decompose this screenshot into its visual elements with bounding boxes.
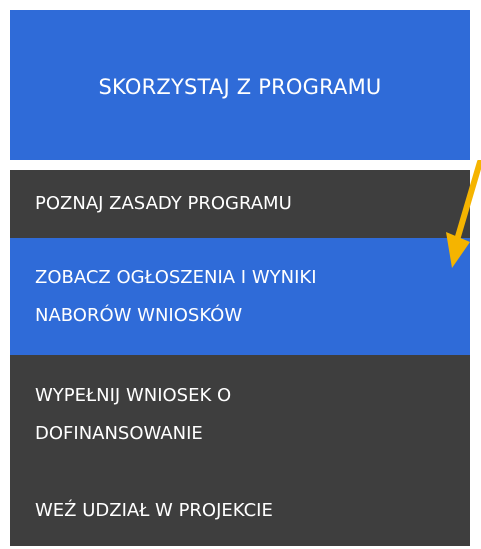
menu-item-wez-udzial[interactable]: WEŹ UDZIAŁ W PROJEKCIE [10,475,470,546]
menu-header-title: SKORZYSTAJ Z PROGRAMU [98,75,382,99]
menu-item-ogloszenia-wyniki[interactable]: ZOBACZ OGŁOSZENIA I WYNIKI NABORÓW WNIOS… [10,238,470,355]
menu-item-wypelnij-wniosek[interactable]: WYPEŁNIJ WNIOSEK O DOFINANSOWANIE [10,355,470,475]
menu-item-label: POZNAJ ZASADY PROGRAMU [35,193,292,214]
menu-item-label: WEŹ UDZIAŁ W PROJEKCIE [35,499,273,521]
menu-item-label: ZOBACZ OGŁOSZENIA I WYNIKI NABORÓW WNIOS… [35,266,317,326]
menu-item-label: WYPEŁNIJ WNIOSEK O DOFINANSOWANIE [35,385,232,444]
program-menu: SKORZYSTAJ Z PROGRAMU POZNAJ ZASADY PROG… [10,10,470,546]
header-gap [10,160,470,170]
menu-header[interactable]: SKORZYSTAJ Z PROGRAMU [10,10,470,160]
menu-item-poznaj-zasady[interactable]: POZNAJ ZASADY PROGRAMU [10,170,470,238]
arrow-pointer-icon [446,160,481,268]
